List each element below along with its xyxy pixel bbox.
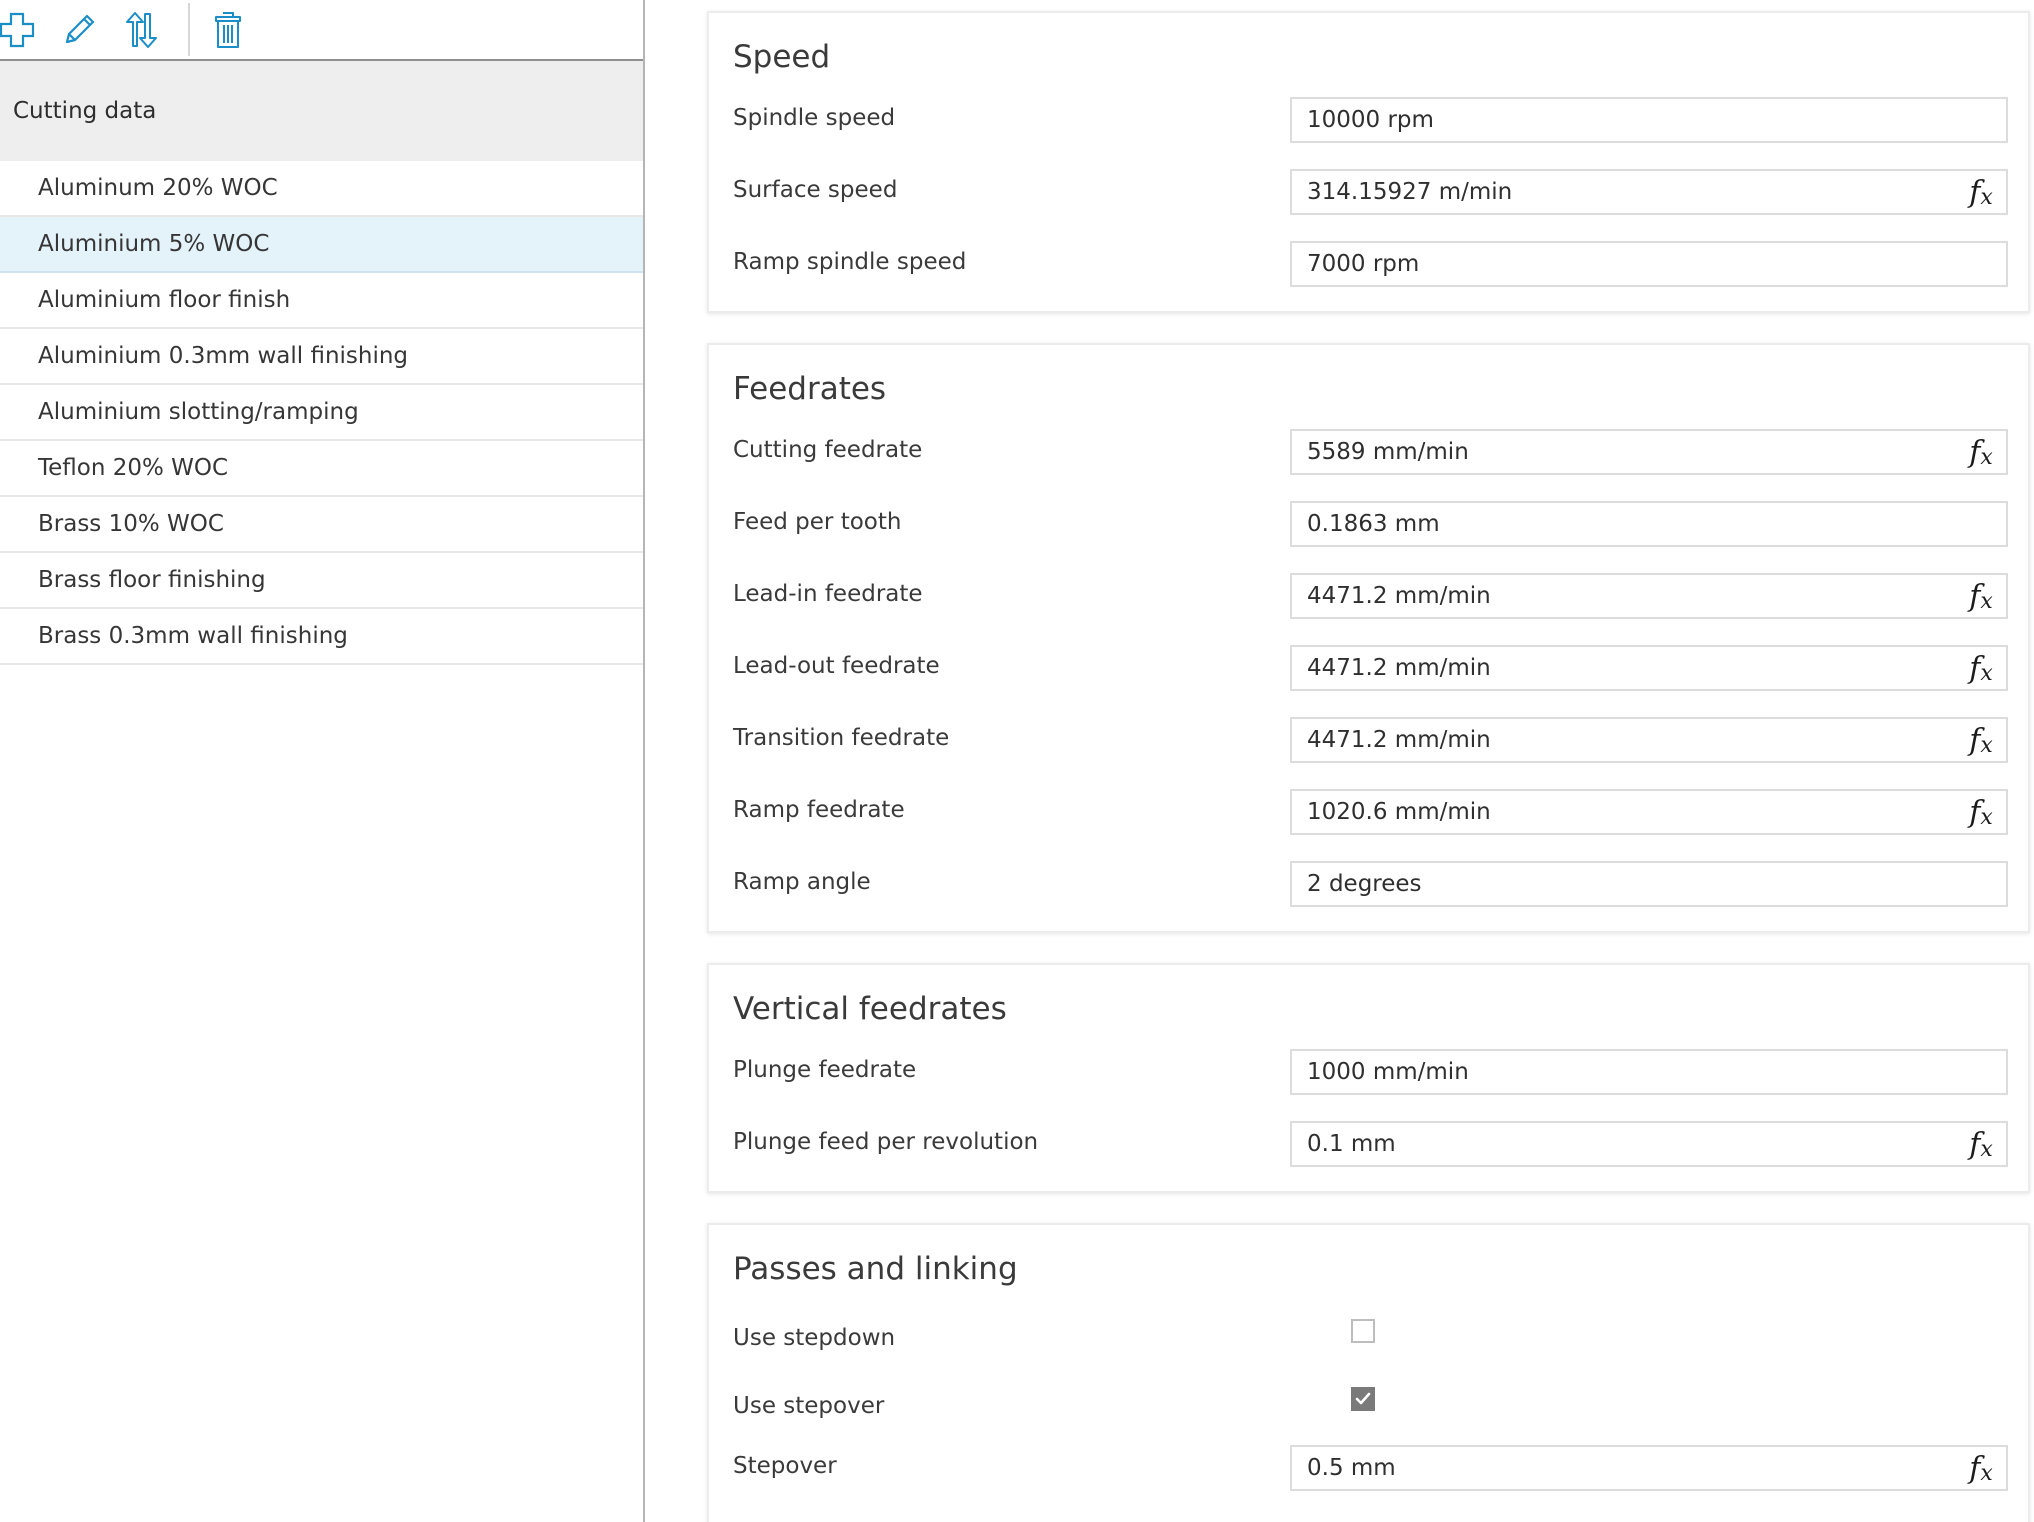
properties-panel: Speed Spindle speed Surface speed fx Ram…: [647, 0, 2034, 1522]
lead-out-feedrate-row: Lead-out feedrate fx: [709, 645, 2028, 691]
ramp-angle-input[interactable]: [1292, 863, 2006, 905]
sort-presets-button[interactable]: [116, 5, 166, 55]
vertical-feedrates-section: Vertical feedrates Plunge feedrate Plung…: [707, 963, 2030, 1193]
field-label: Ramp feedrate: [733, 797, 905, 823]
section-title: Passes and linking: [733, 1251, 1018, 1287]
feed-per-tooth-row: Feed per tooth: [709, 501, 2028, 547]
field-label: Cutting feedrate: [733, 437, 923, 463]
ramp-spindle-speed-input[interactable]: [1292, 243, 2006, 285]
passes-linking-section: Passes and linking Use stepdown Use step…: [707, 1223, 2030, 1522]
list-item[interactable]: Aluminium 0.3mm wall finishing: [0, 329, 643, 385]
field-label: Feed per tooth: [733, 509, 902, 535]
field-label: Lead-out feedrate: [733, 653, 940, 679]
plunge-feedrate-row: Plunge feedrate: [709, 1049, 2028, 1095]
section-title: Feedrates: [733, 371, 887, 407]
ramp-feedrate-row: Ramp feedrate fx: [709, 789, 2028, 835]
fx-icon[interactable]: fx: [1960, 719, 2006, 761]
add-icon: [0, 12, 35, 48]
stepover-input[interactable]: [1292, 1447, 1960, 1489]
lead-out-feedrate-field: fx: [1290, 645, 2008, 691]
cutting-feedrate-row: Cutting feedrate fx: [709, 429, 2028, 475]
feed-per-tooth-field: [1290, 501, 2008, 547]
plunge-feedrate-input[interactable]: [1292, 1051, 2006, 1093]
surface-speed-row: Surface speed fx: [709, 169, 2028, 215]
use-stepdown-checkbox[interactable]: [1351, 1319, 1375, 1343]
cutting-feedrate-input[interactable]: [1292, 431, 1960, 473]
stepover-row: Stepover fx: [709, 1445, 2028, 1491]
ramp-spindle-speed-field: [1290, 241, 2008, 287]
check-icon: [1355, 1392, 1371, 1405]
ramp-feedrate-input[interactable]: [1292, 791, 1960, 833]
field-label: Plunge feedrate: [733, 1057, 917, 1083]
ramp-angle-field: [1290, 861, 2008, 907]
plunge-feed-per-rev-input[interactable]: [1292, 1123, 1960, 1165]
field-label: Spindle speed: [733, 105, 896, 131]
list-item[interactable]: Brass 10% WOC: [0, 497, 643, 553]
list-item[interactable]: Aluminum 20% WOC: [0, 161, 643, 217]
ramp-spindle-speed-row: Ramp spindle speed: [709, 241, 2028, 287]
fx-icon[interactable]: fx: [1960, 647, 2006, 689]
fx-icon[interactable]: fx: [1960, 171, 2006, 213]
toolbar-separator: [188, 3, 190, 56]
field-label: Ramp angle: [733, 869, 871, 895]
ramp-feedrate-field: fx: [1290, 789, 2008, 835]
preset-panel: Cutting data Aluminum 20% WOC Aluminium …: [0, 0, 645, 1522]
fx-icon[interactable]: fx: [1960, 1447, 2006, 1489]
use-stepover-row: Use stepover: [709, 1385, 2028, 1431]
fx-icon[interactable]: fx: [1960, 575, 2006, 617]
list-item[interactable]: Brass 0.3mm wall finishing: [0, 609, 643, 665]
sort-arrows-icon: [126, 12, 157, 48]
preset-toolbar: [0, 0, 643, 61]
lead-in-feedrate-field: fx: [1290, 573, 2008, 619]
plunge-feed-per-rev-row: Plunge feed per revolution fx: [709, 1121, 2028, 1167]
edit-preset-button[interactable]: [54, 5, 104, 55]
field-label: Use stepdown: [733, 1325, 896, 1351]
preset-list: Aluminum 20% WOC Aluminium 5% WOC Alumin…: [0, 161, 643, 665]
feed-per-tooth-input[interactable]: [1292, 503, 2006, 545]
section-title: Vertical feedrates: [733, 991, 1007, 1027]
spindle-speed-field: [1290, 97, 2008, 143]
field-label: Lead-in feedrate: [733, 581, 923, 607]
pencil-icon: [65, 14, 95, 44]
speed-section: Speed Spindle speed Surface speed fx Ram…: [707, 11, 2030, 313]
plunge-feed-per-rev-field: fx: [1290, 1121, 2008, 1167]
fx-icon[interactable]: fx: [1960, 791, 2006, 833]
list-item[interactable]: Aluminium slotting/ramping: [0, 385, 643, 441]
field-label: Stepover: [733, 1453, 837, 1479]
spindle-speed-input[interactable]: [1292, 99, 2006, 141]
add-preset-button[interactable]: [0, 5, 42, 55]
transition-feedrate-field: fx: [1290, 717, 2008, 763]
fx-icon[interactable]: fx: [1960, 1123, 2006, 1165]
feedrates-section: Feedrates Cutting feedrate fx Feed per t…: [707, 343, 2030, 933]
field-label: Plunge feed per revolution: [733, 1129, 1039, 1155]
transition-feedrate-input[interactable]: [1292, 719, 1960, 761]
delete-preset-button[interactable]: [203, 5, 253, 55]
list-header: Cutting data: [0, 61, 643, 161]
ramp-angle-row: Ramp angle: [709, 861, 2028, 907]
surface-speed-field: fx: [1290, 169, 2008, 215]
transition-feedrate-row: Transition feedrate fx: [709, 717, 2028, 763]
stepover-field: fx: [1290, 1445, 2008, 1491]
use-stepover-checkbox[interactable]: [1351, 1387, 1375, 1411]
field-label: Transition feedrate: [733, 725, 950, 751]
fx-icon[interactable]: fx: [1960, 431, 2006, 473]
field-label: Surface speed: [733, 177, 898, 203]
spindle-speed-row: Spindle speed: [709, 97, 2028, 143]
field-label: Use stepover: [733, 1393, 885, 1419]
list-item[interactable]: Aluminium floor finish: [0, 273, 643, 329]
cutting-feedrate-field: fx: [1290, 429, 2008, 475]
use-stepdown-row: Use stepdown: [709, 1317, 2028, 1363]
lead-in-feedrate-input[interactable]: [1292, 575, 1960, 617]
surface-speed-input[interactable]: [1292, 171, 1960, 213]
field-label: Ramp spindle speed: [733, 249, 967, 275]
list-item[interactable]: Brass floor finishing: [0, 553, 643, 609]
section-title: Speed: [733, 39, 831, 75]
trash-icon: [215, 12, 241, 48]
list-item-selected[interactable]: Aluminium 5% WOC: [0, 217, 643, 273]
plunge-feedrate-field: [1290, 1049, 2008, 1095]
list-item[interactable]: Teflon 20% WOC: [0, 441, 643, 497]
lead-in-feedrate-row: Lead-in feedrate fx: [709, 573, 2028, 619]
lead-out-feedrate-input[interactable]: [1292, 647, 1960, 689]
